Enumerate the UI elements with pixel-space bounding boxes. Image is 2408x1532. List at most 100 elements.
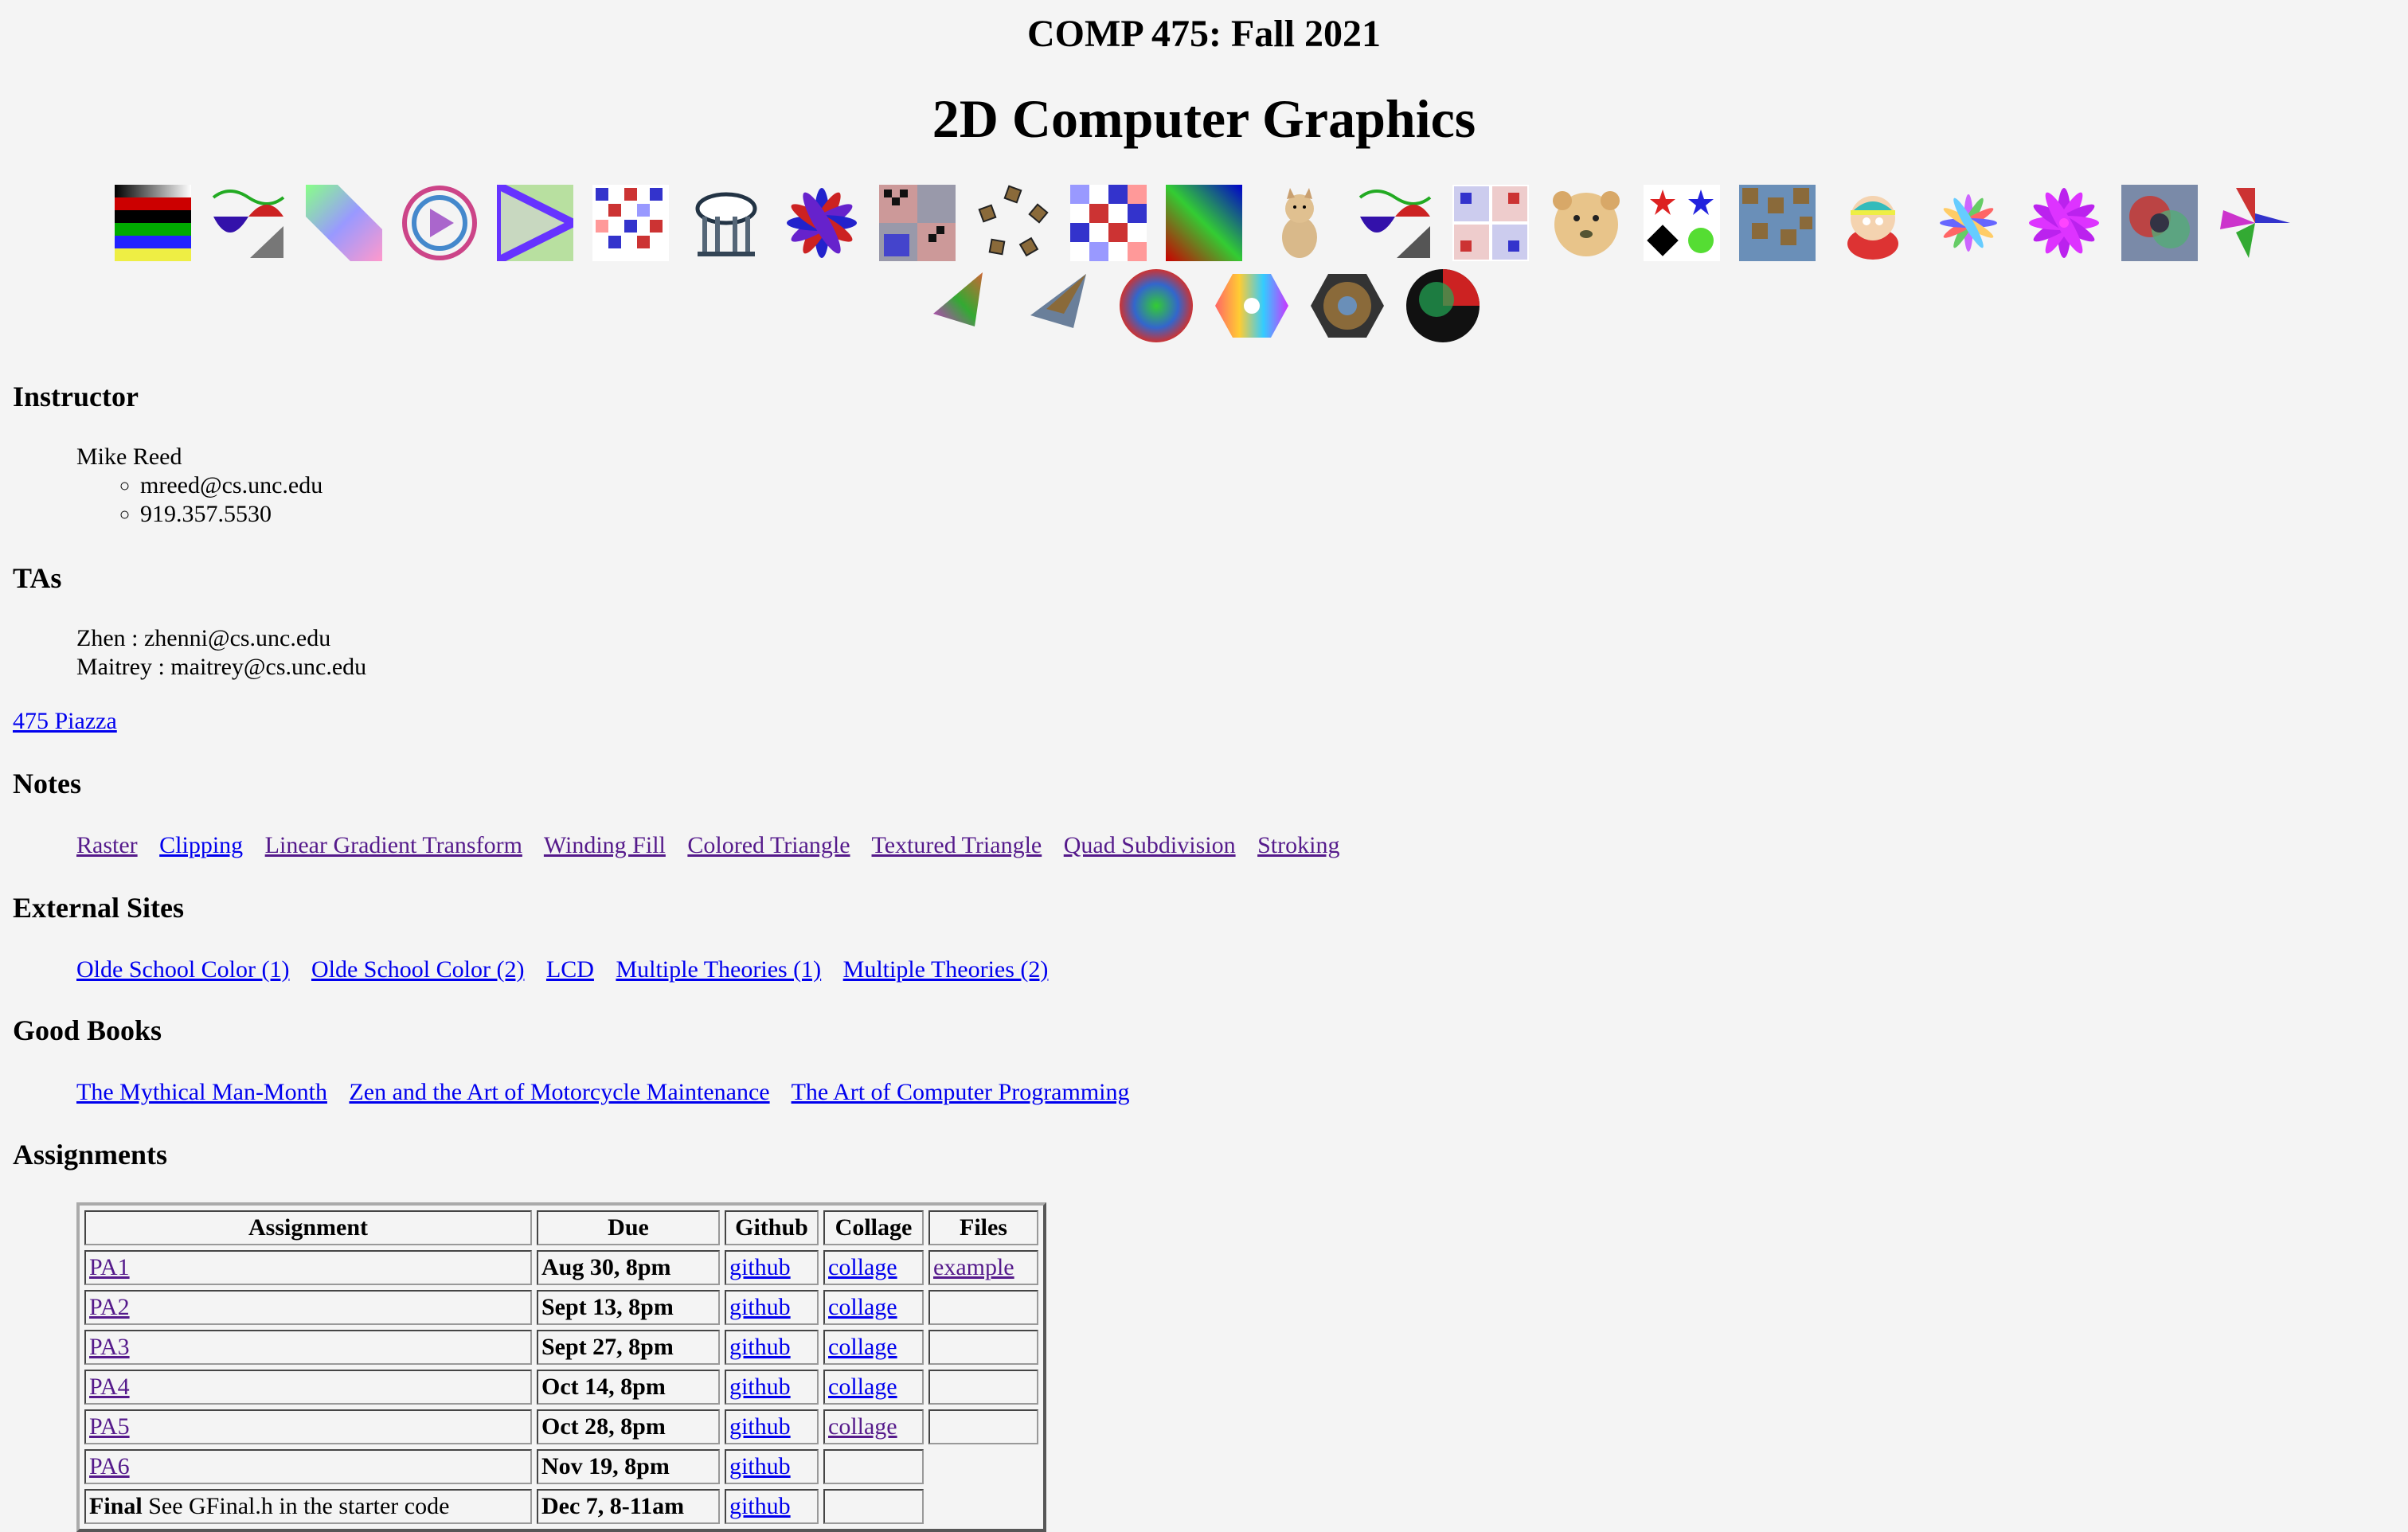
due-date: Nov 19, 8pm [537,1449,720,1484]
hexagon-photo-thumb [1311,274,1384,338]
table-row: PA6 Nov 19, 8pm github [84,1449,1038,1484]
green-gradient-square-thumb [1166,185,1242,261]
table-row: PA2 Sept 13, 8pm github collage [84,1290,1038,1325]
instructor-phone: 919.357.5530 [140,500,322,529]
book-links: The Mythical Man-Month Zen and the Art o… [76,1078,1146,1107]
github-link[interactable]: github [729,1334,791,1360]
github-link[interactable]: github [729,1294,791,1320]
column-header: Collage [823,1210,924,1245]
checker-grid-2-thumb [1070,185,1147,261]
hexagon-gradient-thumb [1215,274,1288,338]
external-sites-heading: External Sites [13,892,184,924]
assignment-note: See GFinal.h in the starter code [148,1493,450,1519]
assignment-link[interactable]: PA1 [89,1254,130,1280]
course-title: COMP 475: Fall 2021 [1027,13,1381,55]
note-link-colored-triangle[interactable]: Colored Triangle [687,832,850,858]
assignment-link[interactable]: PA2 [89,1294,130,1320]
assignment-link[interactable]: PA6 [89,1453,130,1479]
table-row: PA5 Oct 28, 8pm github collage [84,1409,1038,1444]
note-link-linear-gradient[interactable]: Linear Gradient Transform [265,832,522,858]
note-link-winding-fill[interactable]: Winding Fill [544,832,666,858]
due-date: Oct 14, 8pm [537,1370,720,1405]
files-link[interactable]: example [933,1254,1014,1280]
collage-cell [823,1489,924,1524]
gradient-diagonal-thumb [306,185,382,261]
column-header: Github [725,1210,819,1245]
external-link-multiple-theories-1[interactable]: Multiple Theories (1) [616,956,821,983]
notes-heading: Notes [13,768,81,799]
collage-link[interactable]: collage [828,1294,897,1320]
gallery-row-1 [0,185,2408,261]
collage-link[interactable]: collage [828,1254,897,1280]
note-link-raster[interactable]: Raster [76,832,138,858]
polygon-rings-thumb [402,186,477,260]
github-link[interactable]: github [729,1453,791,1479]
assignments-table: Assignment Due Github Collage Files PA1 … [76,1202,1046,1532]
star-shapes-thumb [1644,185,1720,261]
table-row: PA1 Aug 30, 8pm github collage example [84,1250,1038,1285]
external-link-olde-school-1[interactable]: Olde School Color (1) [76,956,289,983]
lion-cub-thumb [1553,191,1620,256]
triangle-square-thumb [497,185,573,261]
assignment-link[interactable]: PA4 [89,1374,130,1400]
flower-blue-red-thumb [787,188,857,258]
note-link-clipping[interactable]: Clipping [159,832,243,858]
textured-triangle-thumb [1030,274,1086,328]
notes-links: Raster Clipping Linear Gradient Transfor… [76,831,1355,860]
instructor-contact-list: mreed@cs.unc.edu 919.357.5530 [76,471,322,529]
external-links: Olde School Color (1) Olde School Color … [76,956,1064,984]
due-date: Sept 13, 8pm [537,1290,720,1325]
ta-entry: Zhen : zhenni@cs.unc.edu [76,625,331,651]
github-link[interactable]: github [729,1493,791,1519]
due-date: Sept 27, 8pm [537,1330,720,1365]
old-well-thumb [695,192,757,256]
collage-link[interactable]: collage [828,1413,897,1440]
external-link-olde-school-2[interactable]: Olde School Color (2) [311,956,524,983]
book-link-mythical-man-month[interactable]: The Mythical Man-Month [76,1079,327,1105]
piazza-link[interactable]: 475 Piazza [13,707,117,736]
gallery-row-2 [0,268,2408,344]
table-row: PA3 Sept 27, 8pm github collage [84,1330,1038,1365]
purple-flower-thumb [2029,188,2099,258]
github-link[interactable]: github [729,1413,791,1440]
column-header: Assignment [84,1210,532,1245]
table-row: PA4 Oct 14, 8pm github collage [84,1370,1038,1405]
cartman-thumb [1847,196,1898,260]
column-header: Files [928,1210,1038,1245]
ta-entry: Maitrey : maitrey@cs.unc.edu [76,654,367,680]
github-link[interactable]: github [729,1374,791,1400]
assignment-name: Final [89,1493,143,1519]
good-books-heading: Good Books [13,1014,162,1046]
quad-grid-thumb [1452,185,1529,261]
github-link[interactable]: github [729,1254,791,1280]
external-link-lcd[interactable]: LCD [546,956,594,983]
assignment-link[interactable]: PA5 [89,1413,130,1440]
assignment-link[interactable]: PA3 [89,1334,130,1360]
due-date: Aug 30, 8pm [537,1250,720,1285]
book-link-art-of-programming[interactable]: The Art of Computer Programming [792,1079,1130,1105]
tas-heading: TAs [13,562,62,594]
abstract-photo-thumb [2121,185,2198,261]
book-link-zen-motorcycle[interactable]: Zen and the Art of Motorcycle Maintenanc… [349,1079,769,1105]
wave-triangle-thumb [212,190,285,258]
external-link-multiple-theories-2[interactable]: Multiple Theories (2) [843,956,1049,983]
tas-block: Zhen : zhenni@cs.unc.edu Maitrey : maitr… [76,624,366,682]
pinwheel-thumb [2220,188,2290,258]
instructor-heading: Instructor [13,381,139,412]
spiral-flower-thumb [1940,194,1997,252]
table-header-row: Assignment Due Github Collage Files [84,1210,1038,1245]
collage-link[interactable]: collage [828,1334,897,1360]
files-cell [928,1370,1038,1405]
pentagon-photo-thumb [978,185,1049,257]
assignments-heading: Assignments [13,1139,168,1170]
instructor-email: mreed@cs.unc.edu [140,471,322,500]
wave-triangle-2-thumb [1358,190,1432,258]
tiled-photo-thumb [1739,185,1816,261]
table-row: Final See GFinal.h in the starter code D… [84,1489,1038,1524]
note-link-textured-triangle[interactable]: Textured Triangle [872,832,1042,858]
collage-link[interactable]: collage [828,1374,897,1400]
note-link-quad-subdivision[interactable]: Quad Subdivision [1064,832,1236,858]
stripes-thumb [115,185,191,261]
note-link-stroking[interactable]: Stroking [1257,832,1339,858]
files-cell [928,1330,1038,1365]
